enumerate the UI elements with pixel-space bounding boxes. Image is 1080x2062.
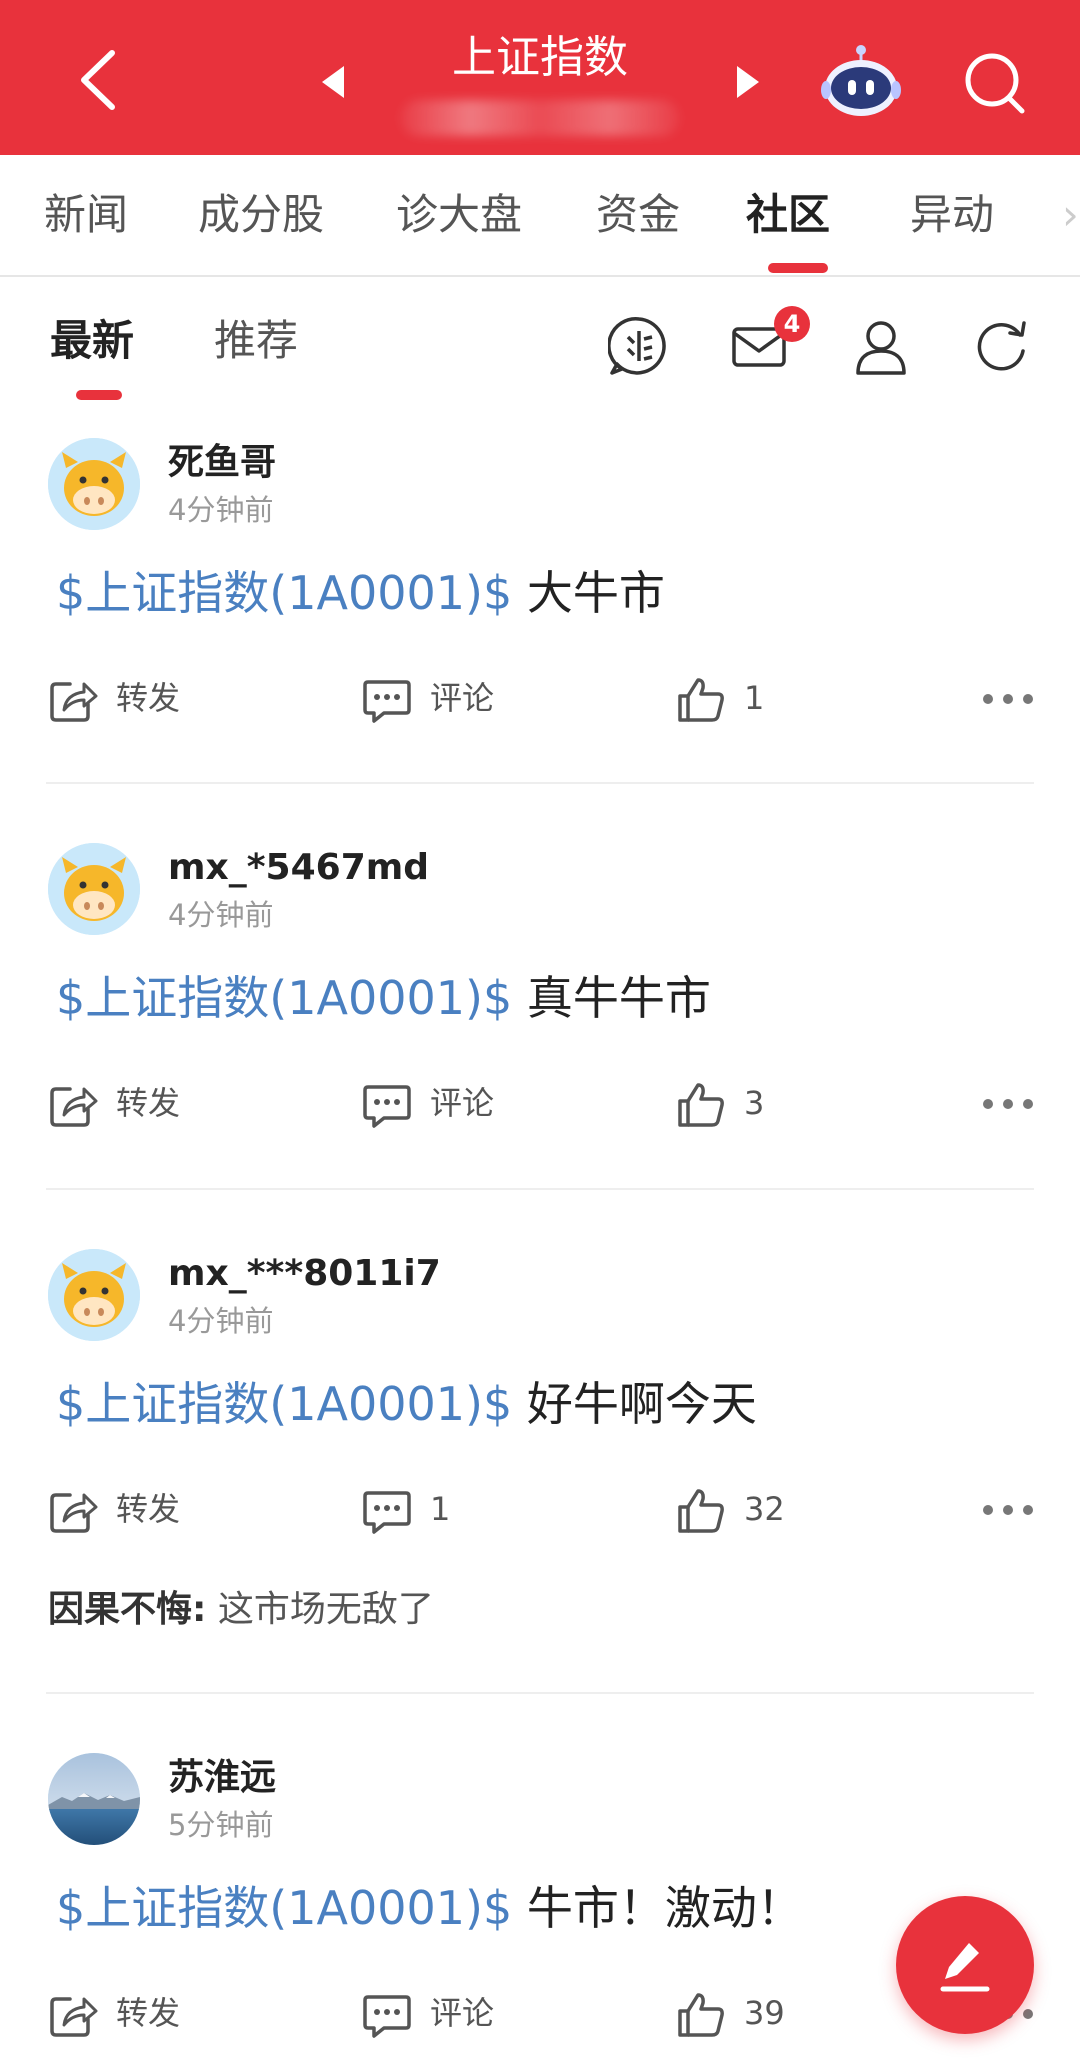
top-tab-bar: 新闻 成分股 诊大盘 资金 社区 异动 › bbox=[0, 155, 1080, 277]
post-content[interactable]: $上证指数(1A0001)$ 大牛市 bbox=[56, 560, 665, 626]
tab-community[interactable]: 社区 bbox=[746, 185, 830, 245]
pencil-edit-icon bbox=[940, 1943, 990, 1992]
post-actions: 转发 1 32 bbox=[0, 1479, 1080, 1539]
share-icon bbox=[50, 1493, 98, 1533]
community-logo-icon[interactable] bbox=[608, 315, 670, 377]
next-triangle-icon[interactable] bbox=[733, 62, 763, 102]
header-bar: 上证指数 bbox=[0, 0, 1080, 155]
post-item[interactable]: mx_***8011i7 4分钟前 $上证指数(1A0001)$ 好牛啊今天 转… bbox=[0, 1249, 1080, 1649]
like-count: 39 bbox=[744, 1994, 785, 2032]
thumbs-up-icon bbox=[678, 1489, 724, 1533]
comment-icon bbox=[363, 680, 411, 723]
stock-tag-link[interactable]: $上证指数(1A0001)$ bbox=[56, 1881, 512, 1935]
thumbs-up-icon bbox=[678, 1083, 724, 1127]
tab-abnormal-moves[interactable]: 异动 bbox=[910, 185, 994, 245]
top-comment[interactable]: 因果不悔: 这市场无敌了 bbox=[48, 1585, 434, 1635]
username[interactable]: mx_***8011i7 bbox=[168, 1249, 441, 1299]
comment-text: 这市场无敌了 bbox=[206, 1589, 434, 1630]
share-icon bbox=[50, 1997, 98, 2037]
repost-label: 转发 bbox=[116, 679, 181, 717]
username[interactable]: 死鱼哥 bbox=[168, 438, 276, 488]
thumbs-up-icon bbox=[678, 1993, 724, 2037]
comment-label: 评论 bbox=[430, 679, 495, 717]
refresh-icon[interactable] bbox=[970, 315, 1032, 377]
repost-label: 转发 bbox=[116, 1994, 181, 2032]
thumbs-up-icon bbox=[678, 678, 724, 722]
tab-constituents[interactable]: 成分股 bbox=[198, 185, 324, 245]
post-text: 真牛牛市 bbox=[512, 971, 711, 1025]
tab-market-diagnosis[interactable]: 诊大盘 bbox=[396, 185, 522, 245]
comment-icon bbox=[363, 1995, 411, 2038]
comment-label: 评论 bbox=[430, 1084, 495, 1122]
post-time: 5分钟前 bbox=[168, 1808, 274, 1842]
comment-count: 1 bbox=[430, 1490, 451, 1528]
user-icon[interactable] bbox=[850, 315, 912, 377]
stock-tag-link[interactable]: $上证指数(1A0001)$ bbox=[56, 566, 512, 620]
back-arrow-icon[interactable] bbox=[70, 45, 130, 115]
compose-post-button[interactable] bbox=[896, 1896, 1034, 2034]
header-subtitle-blurred bbox=[400, 100, 680, 136]
prev-triangle-icon[interactable] bbox=[318, 62, 348, 102]
more-options-icon[interactable] bbox=[980, 1095, 1036, 1113]
post-item[interactable]: mx_*5467md 4分钟前 $上证指数(1A0001)$ 真牛牛市 转发 评… bbox=[0, 843, 1080, 1128]
post-item[interactable]: 死鱼哥 4分钟前 $上证指数(1A0001)$ 大牛市 转发 评论 1 bbox=[0, 438, 1080, 723]
post-divider bbox=[46, 1188, 1034, 1190]
repost-label: 转发 bbox=[116, 1490, 181, 1528]
more-options-icon[interactable] bbox=[980, 1501, 1036, 1519]
username[interactable]: 苏淮远 bbox=[168, 1753, 276, 1803]
post-content[interactable]: $上证指数(1A0001)$ 真牛牛市 bbox=[56, 965, 711, 1031]
repost-label: 转发 bbox=[116, 1084, 181, 1122]
like-count: 1 bbox=[744, 679, 765, 717]
post-text: 大牛市 bbox=[512, 566, 665, 620]
post-content[interactable]: $上证指数(1A0001)$ 好牛啊今天 bbox=[56, 1371, 757, 1437]
share-icon bbox=[50, 682, 98, 722]
active-tab-indicator bbox=[768, 263, 828, 273]
robot-assistant-icon[interactable] bbox=[820, 42, 902, 118]
tab-news[interactable]: 新闻 bbox=[44, 185, 128, 245]
page-title: 上证指数 bbox=[452, 32, 628, 83]
active-subtab-indicator bbox=[76, 390, 122, 400]
post-time: 4分钟前 bbox=[168, 1304, 274, 1338]
stock-tag-link[interactable]: $上证指数(1A0001)$ bbox=[56, 1377, 512, 1431]
post-actions: 转发 评论 3 bbox=[0, 1073, 1080, 1133]
like-count: 3 bbox=[744, 1084, 765, 1122]
stock-tag-link[interactable]: $上证指数(1A0001)$ bbox=[56, 971, 512, 1025]
avatar[interactable] bbox=[48, 1753, 140, 1845]
tab-overflow-hint[interactable]: › bbox=[1062, 185, 1079, 245]
like-count: 32 bbox=[744, 1490, 785, 1528]
post-time: 4分钟前 bbox=[168, 493, 274, 527]
comment-icon bbox=[363, 1085, 411, 1128]
post-divider bbox=[46, 782, 1034, 784]
comment-author[interactable]: 因果不悔: bbox=[48, 1589, 206, 1630]
share-icon bbox=[50, 1087, 98, 1127]
avatar[interactable] bbox=[48, 843, 140, 935]
subtab-latest[interactable]: 最新 bbox=[50, 313, 134, 369]
post-text: 牛市！激动！ bbox=[512, 1881, 803, 1935]
landscape-avatar-icon bbox=[48, 1753, 140, 1845]
cow-avatar-icon bbox=[48, 843, 140, 935]
avatar[interactable] bbox=[48, 1249, 140, 1341]
cow-avatar-icon bbox=[48, 438, 140, 530]
post-content[interactable]: $上证指数(1A0001)$ 牛市！激动！ bbox=[56, 1875, 803, 1941]
post-divider bbox=[46, 1692, 1034, 1694]
post-text: 好牛啊今天 bbox=[512, 1377, 757, 1431]
mail-unread-badge: 4 bbox=[774, 306, 810, 342]
comment-label: 评论 bbox=[430, 1994, 495, 2032]
cow-avatar-icon bbox=[48, 1249, 140, 1341]
avatar[interactable] bbox=[48, 438, 140, 530]
search-icon[interactable] bbox=[960, 48, 1030, 118]
more-options-icon[interactable] bbox=[980, 690, 1036, 708]
post-actions: 转发 评论 1 bbox=[0, 668, 1080, 728]
comment-icon bbox=[363, 1491, 411, 1534]
post-time: 4分钟前 bbox=[168, 898, 274, 932]
subtab-recommended[interactable]: 推荐 bbox=[214, 313, 298, 369]
username[interactable]: mx_*5467md bbox=[168, 843, 429, 893]
tab-funds[interactable]: 资金 bbox=[596, 185, 680, 245]
